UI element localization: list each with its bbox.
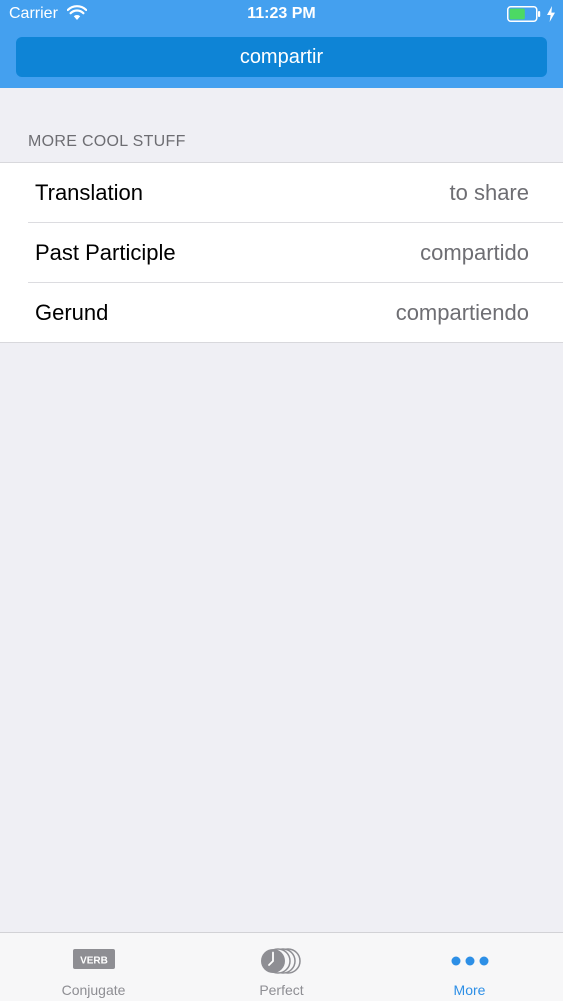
row-value: to share <box>449 180 530 205</box>
status-bar: Carrier 11:23 PM <box>0 0 563 30</box>
status-time: 11:23 PM <box>247 5 316 22</box>
battery-icon <box>507 6 541 22</box>
row-label: Gerund <box>35 300 109 325</box>
verb-icon: VERB <box>72 949 115 969</box>
more-dots-icon <box>451 956 488 966</box>
tab-more[interactable]: More <box>376 933 563 1001</box>
header: Carrier 11:23 PM compartir <box>0 0 563 88</box>
svg-text:VERB: VERB <box>80 956 108 967</box>
tab-conjugate[interactable]: VERB Conjugate <box>0 933 187 1001</box>
tab-bar: VERB Conjugate Perfect More <box>0 932 563 1001</box>
tab-perfect[interactable]: Perfect <box>188 933 375 1001</box>
clock-stack-icon <box>260 948 301 974</box>
verb-button[interactable]: compartir <box>16 37 547 77</box>
section-header: MORE COOL STUFF <box>28 133 186 150</box>
list-item-gerund[interactable]: Gerund compartiendo <box>28 283 563 342</box>
row-value: compartiendo <box>395 300 529 325</box>
bolt-icon <box>547 6 555 22</box>
row-value: compartido <box>420 240 529 265</box>
tab-label: Conjugate <box>61 982 126 998</box>
tab-label: More <box>453 982 486 998</box>
list-item-translation[interactable]: Translation to share <box>28 163 563 223</box>
info-list: Translation to share Past Participle com… <box>0 162 563 343</box>
row-label: Past Participle <box>35 240 176 265</box>
tab-label: Perfect <box>259 982 304 998</box>
row-label: Translation <box>35 180 144 205</box>
list-item-past-participle[interactable]: Past Participle compartido <box>28 223 563 283</box>
